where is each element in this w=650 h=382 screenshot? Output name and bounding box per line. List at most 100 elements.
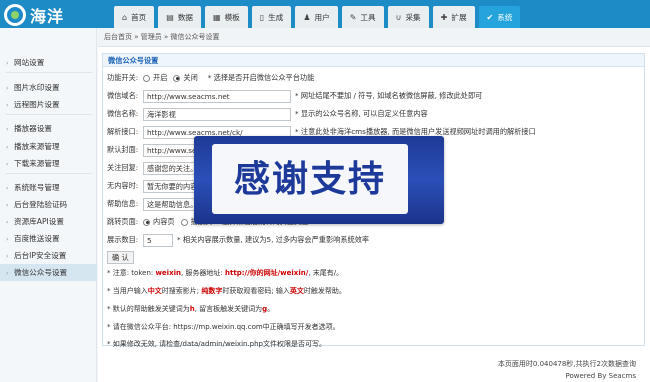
radio-disable-dot[interactable] bbox=[173, 74, 181, 82]
sidebar-divider bbox=[6, 114, 92, 115]
radio-enable[interactable]: 开启 bbox=[143, 73, 167, 83]
nav-tab-7[interactable]: ✚ 扩展 bbox=[432, 6, 475, 28]
magnet-icon: ∪ bbox=[395, 12, 402, 22]
sidebar-item-label: 后台IP安全设置 bbox=[14, 251, 67, 260]
sidebar-item-label: 图片水印设置 bbox=[14, 83, 60, 92]
radio-content-page-dot[interactable] bbox=[143, 218, 150, 226]
sidebar-item-6[interactable]: › 系统账号管理 bbox=[0, 179, 97, 196]
name-input[interactable]: 海洋影视 bbox=[143, 107, 291, 121]
logo[interactable]: 海洋 bbox=[4, 4, 96, 26]
sidebar-item-label: 百度推送设置 bbox=[14, 234, 60, 243]
thanks-banner-text: 感谢支持 bbox=[233, 158, 386, 200]
nav-tab-label: 首页 bbox=[131, 12, 147, 22]
nav-tab-label: 数据 bbox=[177, 12, 194, 22]
chevron-right-icon: › bbox=[6, 85, 9, 92]
note-text: * 当用户输入 bbox=[107, 287, 148, 295]
logo-text: 海洋 bbox=[30, 7, 65, 26]
home-icon: ⌂ bbox=[122, 12, 128, 22]
sidebar-item-5[interactable]: › 下载来源管理 bbox=[0, 155, 97, 172]
row-domain: 微信域名: http://www.seacms.net * 网址结尾不要加 / … bbox=[107, 89, 482, 103]
sidebar-item-10[interactable]: › 后台IP安全设置 bbox=[0, 247, 97, 264]
note-text: , 末尾有/。 bbox=[308, 269, 344, 277]
radio-disable[interactable]: 关闭 bbox=[173, 73, 198, 83]
count-hint: * 相关内容展示数量, 建议为5, 过多内容会严重影响系统效率 bbox=[177, 235, 370, 244]
note-text: , 服务器地址: bbox=[180, 269, 226, 277]
sidebar-item-7[interactable]: › 后台登陆验证码 bbox=[0, 196, 97, 213]
nav-tab-4[interactable]: ♟ 用户 bbox=[295, 6, 338, 28]
note-text: 时搜索影片; bbox=[161, 287, 202, 295]
sidebar-item-1[interactable]: › 图片水印设置 bbox=[0, 79, 97, 96]
nav-tab-5[interactable]: ✎ 工具 bbox=[341, 6, 384, 28]
radio-enable-label: 开启 bbox=[153, 73, 168, 82]
api-label: 解析接口: bbox=[107, 127, 139, 136]
help-label: 帮助信息: bbox=[107, 199, 139, 208]
domain-hint: * 网址结尾不要加 / 符号, 如域名被微信屏蔽, 修改此处即可 bbox=[295, 91, 483, 100]
sidebar-item-label: 下载来源管理 bbox=[14, 159, 60, 168]
sidebar-item-2[interactable]: › 远程图片设置 bbox=[0, 96, 97, 113]
note-keyword: http://你的网址/weixin/ bbox=[225, 269, 309, 277]
user-icon: ♟ bbox=[303, 12, 311, 22]
footer-stats: 本页面用时0.040478秒,共执行2次数据查询 bbox=[497, 360, 636, 368]
nav-tab-2[interactable]: ▦ 模板 bbox=[205, 6, 248, 28]
nav-tab-3[interactable]: ▯ 生成 bbox=[251, 6, 292, 28]
sidebar: › 网站设置 › 图片水印设置 › 远程图片设置 › 播放器设置 › 播放来源管理 › 下载来源管理 ›… bbox=[0, 28, 97, 382]
sidebar-item-label: 远程图片设置 bbox=[14, 100, 60, 109]
chevron-right-icon: › bbox=[6, 270, 9, 277]
domain-input[interactable]: http://www.seacms.net bbox=[143, 89, 291, 103]
name-hint: * 显示的公众号名称, 可以自定义任意内容 bbox=[295, 109, 428, 118]
note-text: * 默认的帮助触发关键词为 bbox=[107, 305, 190, 313]
count-label: 展示数目: bbox=[107, 235, 139, 244]
sidebar-item-4[interactable]: › 播放来源管理 bbox=[0, 138, 97, 155]
nav-tab-1[interactable]: ▤ 数据 bbox=[158, 6, 202, 28]
note-line: * 默认的帮助触发关键词为h, 留言板触发关键词为g。 bbox=[107, 304, 274, 314]
nav-tab-8[interactable]: ✔ 系统 bbox=[478, 6, 521, 28]
nav-tab-label: 模板 bbox=[224, 12, 240, 22]
nav-tab-0[interactable]: ⌂ 首页 bbox=[114, 6, 155, 28]
book-icon: ▤ bbox=[166, 12, 174, 22]
nav-tab-label: 用户 bbox=[314, 12, 330, 22]
note-text: 时获取观看密码; 输入 bbox=[222, 287, 290, 295]
row-function-switch: 功能开关: 开启 关闭 * 选择是否开启微信公众平台功能 bbox=[107, 71, 314, 85]
row-submit: 确 认 bbox=[107, 250, 134, 264]
nav-tab-label: 工具 bbox=[360, 12, 376, 22]
panel-title: 微信公众号设置 bbox=[103, 54, 644, 67]
radio-content-page[interactable]: 内容页 bbox=[143, 217, 175, 227]
domain-label: 微信域名: bbox=[107, 91, 139, 100]
submit-button[interactable]: 确 认 bbox=[107, 250, 134, 264]
name-label: 微信名称: bbox=[107, 109, 139, 118]
sidebar-item-3[interactable]: › 播放器设置 bbox=[0, 120, 97, 137]
nav-tab-label: 生成 bbox=[268, 12, 284, 22]
sidebar-item-8[interactable]: › 资源库API设置 bbox=[0, 213, 97, 230]
note-text: 时触发帮助。 bbox=[303, 287, 346, 295]
sidebar-item-label: 网站设置 bbox=[14, 58, 45, 67]
nav-tab-label: 系统 bbox=[497, 12, 513, 22]
follow-label: 关注回复: bbox=[107, 163, 139, 172]
sidebar-item-label: 资源库API设置 bbox=[14, 217, 64, 226]
chevron-right-icon: › bbox=[6, 144, 9, 151]
sidebar-item-label: 微信公众号设置 bbox=[14, 268, 68, 277]
note-text: * 如果修改无效, 请检查/data/admin/weixin.php文件权限是… bbox=[107, 340, 326, 348]
count-input[interactable]: 5 bbox=[143, 233, 173, 247]
top-bar: 海洋 ⌂ 首页 ▤ 数据 ▦ 模板 ▯ 生成 ♟ 用户 ✎ 工具 ∪ 采集 ✚ 扩展 ✔ 系统 bbox=[0, 0, 650, 28]
sidebar-item-label: 播放器设置 bbox=[14, 124, 52, 133]
sidebar-item-9[interactable]: › 百度推送设置 bbox=[0, 230, 97, 247]
function-switch-label: 功能开关: bbox=[107, 73, 139, 82]
nav-tab-label: 扩展 bbox=[451, 12, 467, 22]
noresult-label: 无内容时: bbox=[107, 181, 139, 190]
sidebar-item-label: 后台登陆验证码 bbox=[14, 200, 68, 209]
sidebar-item-11[interactable]: › 微信公众号设置 bbox=[0, 264, 97, 281]
sidebar-item-0[interactable]: › 网站设置 bbox=[0, 54, 97, 71]
nav-tab-6[interactable]: ∪ 采集 bbox=[387, 6, 429, 28]
radio-enable-dot[interactable] bbox=[143, 74, 150, 82]
radio-play-page-dot[interactable] bbox=[180, 218, 188, 226]
function-switch-hint: * 选择是否开启微信公众平台功能 bbox=[207, 73, 315, 82]
note-line: * 如果修改无效, 请检查/data/admin/weixin.php文件权限是… bbox=[107, 339, 326, 349]
sidebar-divider bbox=[6, 72, 92, 73]
note-keyword: 中文 bbox=[147, 287, 162, 295]
breadcrumb: 后台首页 » 管理员 » 微信公众号设置 bbox=[98, 28, 650, 47]
chevron-right-icon: › bbox=[6, 202, 9, 209]
wrench-icon: ✎ bbox=[349, 12, 357, 22]
main-nav: ⌂ 首页 ▤ 数据 ▦ 模板 ▯ 生成 ♟ 用户 ✎ 工具 ∪ 采集 ✚ 扩展 ✔ 系统 bbox=[114, 6, 524, 28]
nav-tab-label: 采集 bbox=[405, 12, 421, 22]
note-keyword: 英文 bbox=[289, 287, 304, 295]
